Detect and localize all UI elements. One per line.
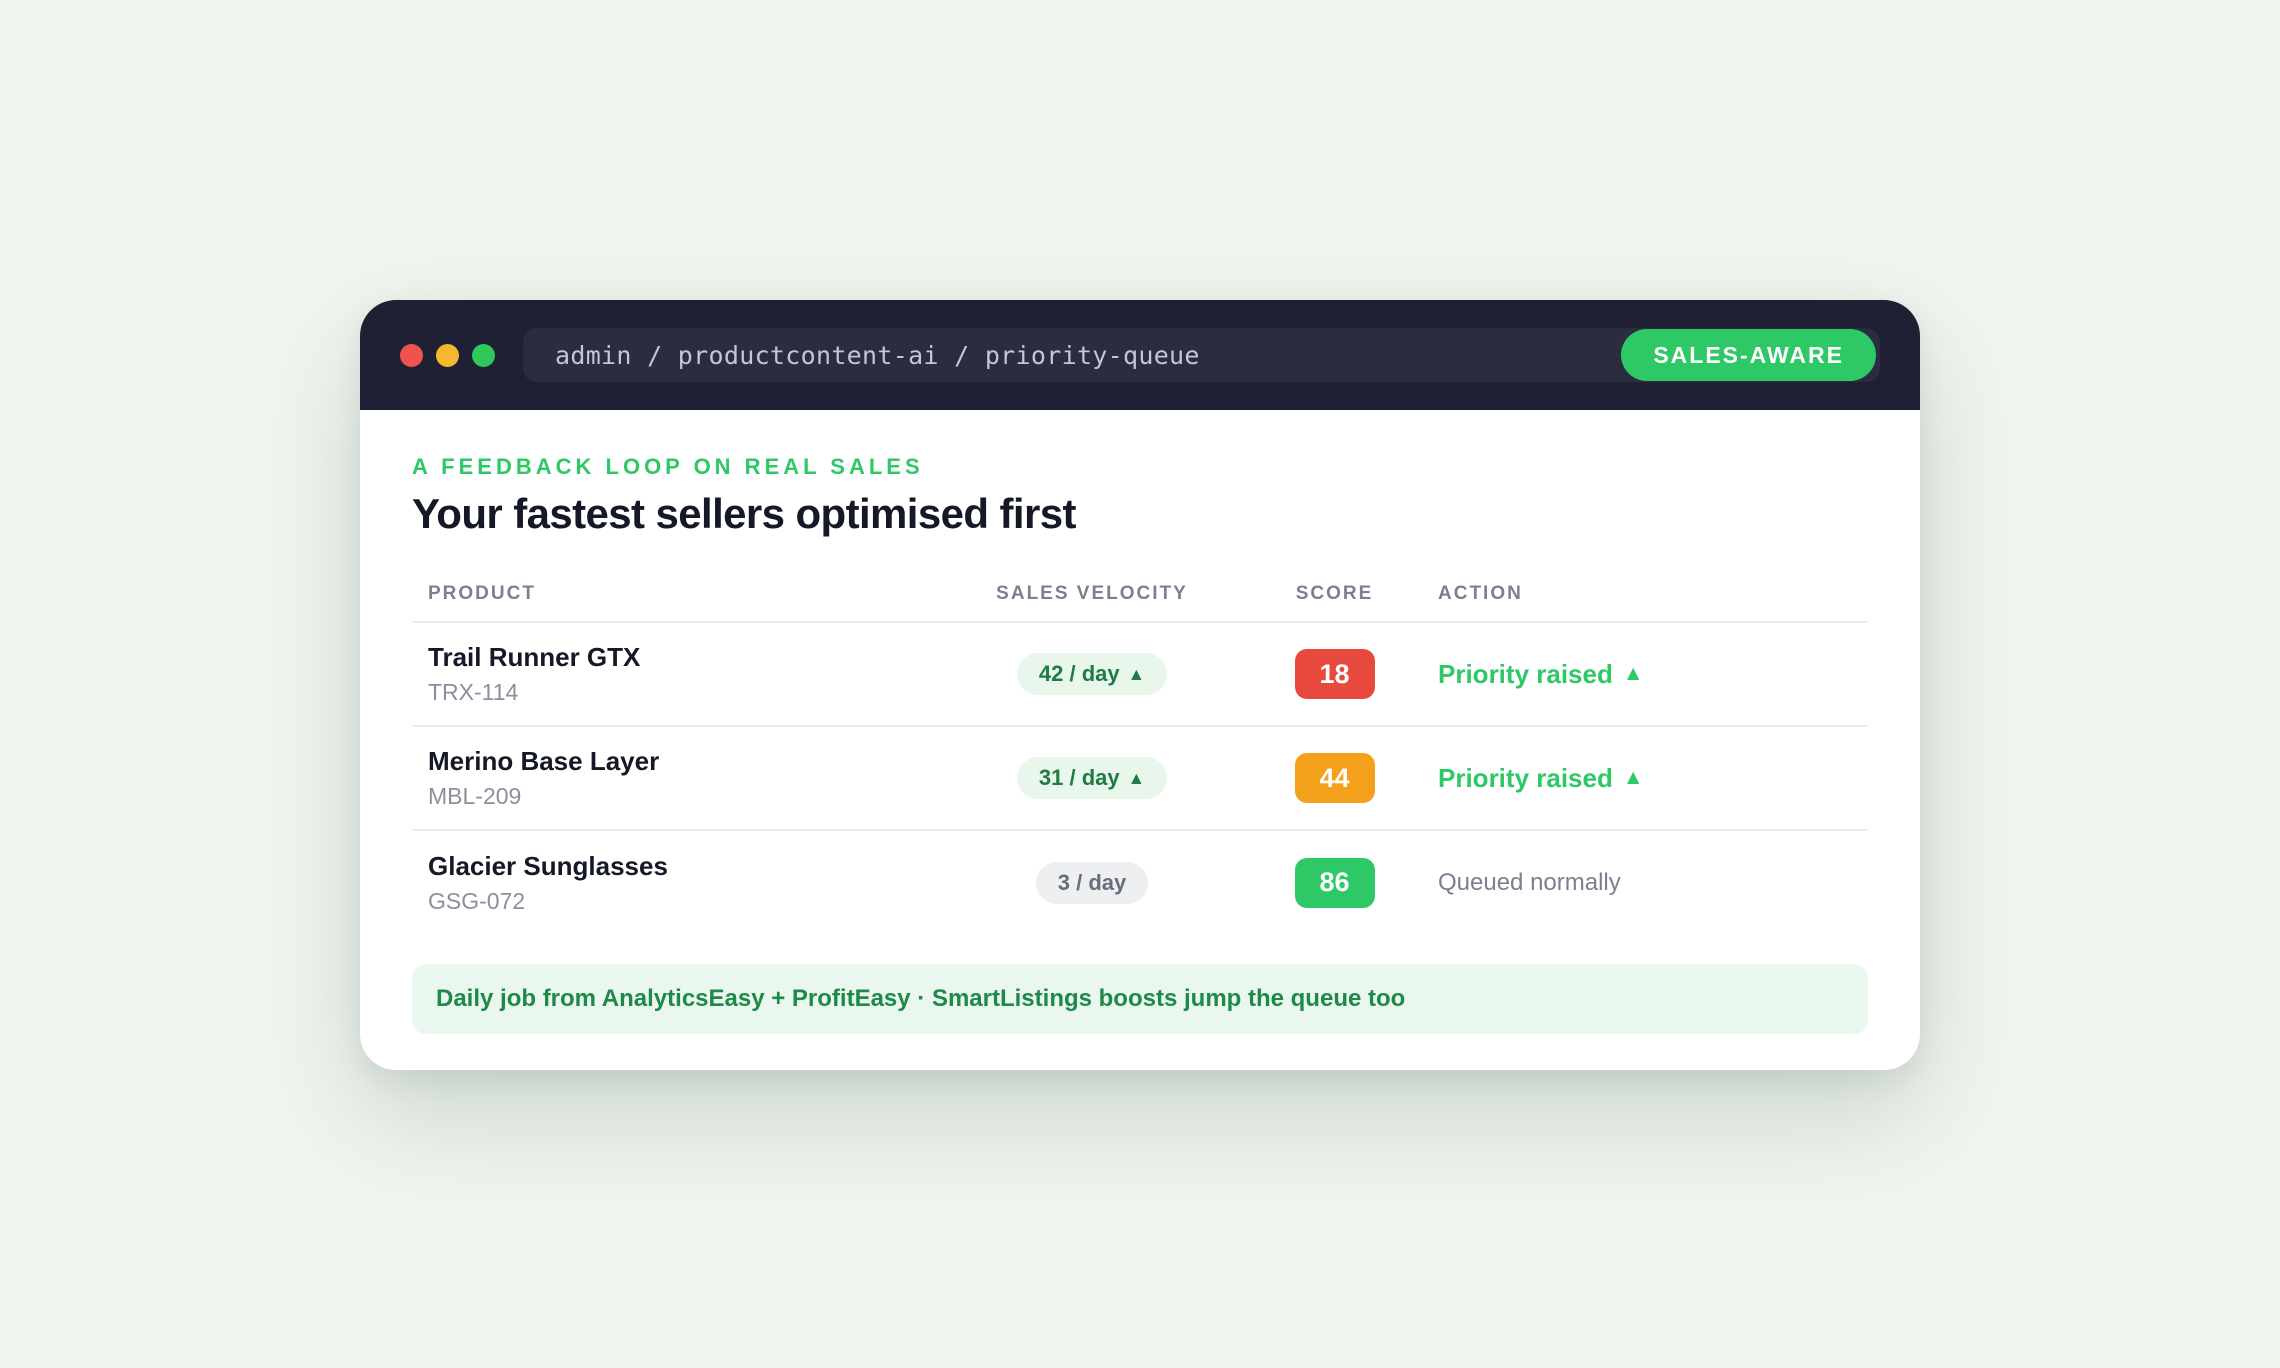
product-sku: MBL-209 <box>428 783 522 809</box>
triangle-up-icon: ▲ <box>1622 766 1644 789</box>
velocity-cell: 3 / day <box>937 830 1247 934</box>
score-badge: 86 <box>1294 857 1375 908</box>
score-cell: 86 <box>1247 830 1422 934</box>
column-header-sales-velocity[interactable]: SALES VELOCITY <box>937 566 1247 623</box>
action-cell: Priority raised ▲ <box>1422 622 1868 727</box>
eyebrow-label: A FEEDBACK LOOP ON REAL SALES <box>412 454 924 479</box>
product-name: Merino Base Layer <box>428 746 660 776</box>
main-content: A FEEDBACK LOOP ON REAL SALES Your faste… <box>360 410 1920 1034</box>
close-button[interactable] <box>400 343 423 367</box>
table-row[interactable]: Merino Base Layer MBL-209 31 / day ▲ 44 <box>412 726 1868 831</box>
velocity-pill: 42 / day ▲ <box>1016 653 1168 695</box>
action-status: Priority raised ▲ <box>1438 659 1643 690</box>
action-label: Priority raised <box>1438 762 1613 793</box>
velocity-pill: 31 / day ▲ <box>1016 757 1168 799</box>
action-label: Priority raised <box>1438 658 1613 689</box>
table-header-row: PRODUCT SALES VELOCITY SCORE ACTION <box>412 566 1868 623</box>
minimize-button[interactable] <box>436 343 459 367</box>
column-header-product[interactable]: PRODUCT <box>412 566 937 623</box>
priority-table: PRODUCT SALES VELOCITY SCORE ACTION Trai… <box>412 566 1868 934</box>
sales-aware-badge: SALES-AWARE <box>1621 329 1876 381</box>
velocity-pill: 3 / day <box>1035 861 1149 904</box>
action-status: Priority raised ▲ <box>1438 763 1643 794</box>
product-cell: Glacier Sunglasses GSG-072 <box>412 830 937 934</box>
triangle-up-icon: ▲ <box>1622 662 1644 685</box>
action-label: Queued normally <box>1438 868 1621 896</box>
column-header-score[interactable]: SCORE <box>1247 566 1422 623</box>
action-cell: Queued normally <box>1422 830 1868 934</box>
title-bar: admin / productcontent-ai / priority-que… <box>360 300 1920 410</box>
footer-note: Daily job from AnalyticsEasy + ProfitEas… <box>412 964 1868 1034</box>
window-controls <box>400 343 495 367</box>
product-name: Trail Runner GTX <box>428 642 641 672</box>
product-cell: Trail Runner GTX TRX-114 <box>412 622 937 727</box>
velocity-cell: 42 / day ▲ <box>937 622 1247 727</box>
score-badge: 44 <box>1294 753 1375 803</box>
product-sku: TRX-114 <box>428 679 519 705</box>
velocity-cell: 31 / day ▲ <box>937 726 1247 831</box>
action-cell: Priority raised ▲ <box>1422 726 1868 831</box>
app-window: admin / productcontent-ai / priority-que… <box>360 300 1920 1070</box>
table-row[interactable]: Glacier Sunglasses GSG-072 3 / day 86 Qu… <box>412 830 1868 934</box>
velocity-value: 31 / day <box>1038 765 1120 790</box>
page-title: Your fastest sellers optimised first <box>412 490 1076 537</box>
maximize-button[interactable] <box>472 343 495 367</box>
breadcrumb-path: admin / productcontent-ai / priority-que… <box>555 340 1200 370</box>
velocity-value: 42 / day <box>1038 661 1120 686</box>
product-sku: GSG-072 <box>428 887 526 914</box>
product-cell: Merino Base Layer MBL-209 <box>412 726 937 831</box>
action-status: Queued normally <box>1438 869 1621 897</box>
table-row[interactable]: Trail Runner GTX TRX-114 42 / day ▲ 18 P… <box>412 622 1868 727</box>
score-cell: 18 <box>1247 622 1422 727</box>
score-cell: 44 <box>1247 726 1422 831</box>
address-bar[interactable]: admin / productcontent-ai / priority-que… <box>523 328 1880 382</box>
triangle-up-icon: ▲ <box>1127 663 1146 684</box>
triangle-up-icon: ▲ <box>1127 767 1146 788</box>
column-header-action[interactable]: ACTION <box>1422 566 1868 623</box>
product-name: Glacier Sunglasses <box>428 850 668 881</box>
velocity-value: 3 / day <box>1057 869 1127 895</box>
score-badge: 18 <box>1294 649 1375 699</box>
